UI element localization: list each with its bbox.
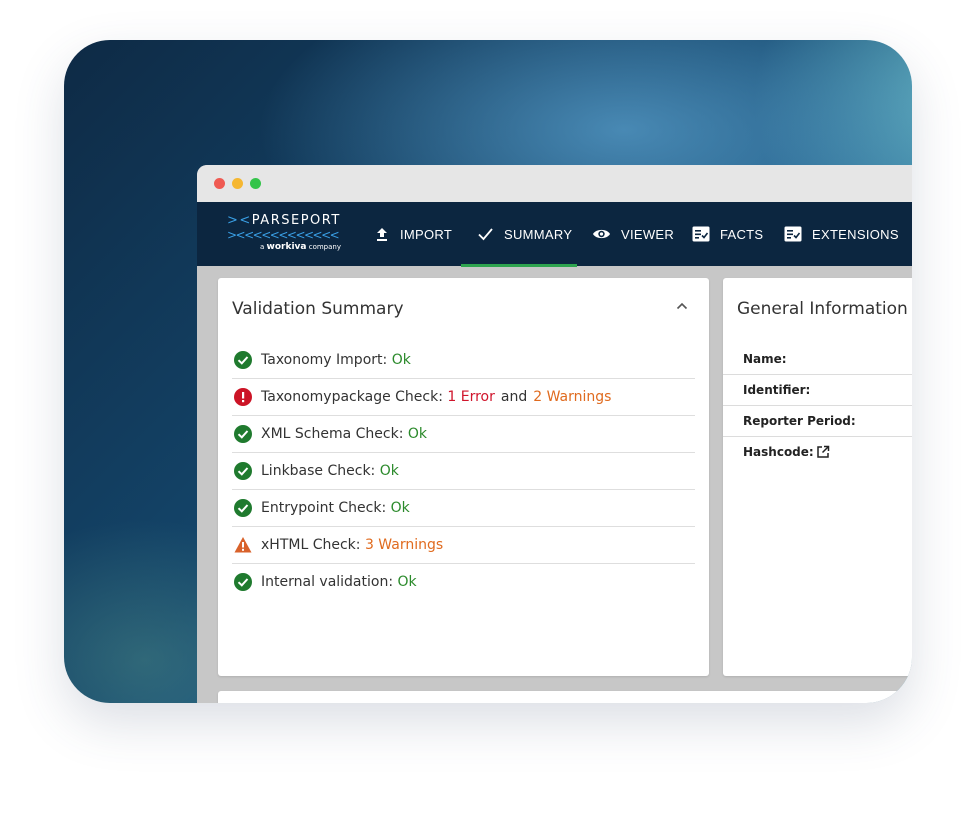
check-status: Ok (391, 352, 411, 368)
logo-arrows-icon: >< (227, 213, 252, 228)
app-window: ><PARSEPORT ><<<<<<<<<<<< a workiva comp… (197, 165, 912, 703)
close-window-button[interactable] (214, 178, 225, 189)
check-label: Taxonomypackage Check: (261, 389, 443, 405)
nav-summary-label: SUMMARY (504, 226, 573, 242)
info-hashcode: Hashcode: (723, 437, 912, 467)
general-info-list: Name: Identifier: Reporter Period: Hashc… (723, 344, 912, 467)
info-label: Reporter Period: (743, 414, 856, 428)
check-circle-icon (234, 573, 252, 591)
check-and: and (500, 389, 528, 405)
check-label: Internal validation: (261, 574, 394, 590)
info-name: Name: (723, 344, 912, 375)
check-status: Ok (397, 574, 417, 590)
check-taxonomy-import: Taxonomy Import: Ok (232, 342, 695, 379)
warning-triangle-icon (234, 537, 252, 553)
nav-summary[interactable]: SUMMARY (477, 202, 572, 266)
upload-icon (377, 228, 387, 241)
check-xhtml: xHTML Check: 3 Warnings (232, 527, 695, 564)
check-error-count[interactable]: 1 Error (447, 389, 494, 405)
logo-tagline-company: workiva (266, 242, 307, 252)
info-identifier: Identifier: (723, 375, 912, 406)
external-link-icon[interactable] (816, 445, 830, 459)
check-status: Ok (379, 463, 399, 479)
checklist-icon (692, 226, 710, 242)
general-information-card: General Information Name: Identifier: Re… (723, 278, 912, 676)
logo-tagline-suffix: company (308, 243, 341, 251)
nav-import[interactable]: IMPORT (374, 202, 452, 266)
check-circle-icon (234, 499, 252, 517)
check-internal-validation: Internal validation: Ok (232, 564, 695, 600)
check-circle-icon (234, 425, 252, 443)
check-circle-icon (234, 462, 252, 480)
info-reporter-period: Reporter Period: (723, 406, 912, 437)
check-label: Taxonomy Import: (261, 352, 388, 368)
logo-brand: PARSEPORT (251, 213, 341, 228)
minimize-window-button[interactable] (232, 178, 243, 189)
validation-summary-card: Validation Summary Taxonomy Import: Ok T… (218, 278, 709, 676)
check-warning-count[interactable]: 2 Warnings (533, 389, 611, 405)
checklist-icon (784, 226, 802, 242)
nav-facts-label: FACTS (720, 226, 764, 242)
check-xml-schema: XML Schema Check: Ok (232, 416, 695, 453)
check-label: Linkbase Check: (261, 463, 376, 479)
info-label: Identifier: (743, 383, 811, 397)
check-label: xHTML Check: (261, 537, 361, 553)
logo-tagline-prefix: a (260, 243, 265, 251)
check-status: Ok (407, 426, 428, 442)
chevron-up-icon[interactable] (676, 302, 688, 310)
nav-extensions-label: EXTENSIONS (812, 226, 899, 242)
top-navbar: ><PARSEPORT ><<<<<<<<<<<< a workiva comp… (197, 202, 912, 267)
logo-chevrons-icon: ><<<<<<<<<<<< (227, 228, 340, 242)
validation-summary-title: Validation Summary (232, 299, 404, 319)
nav-import-label: IMPORT (400, 226, 453, 242)
check-status: Ok (390, 500, 410, 516)
nav-viewer-label: VIEWER (621, 226, 675, 242)
check-taxonomypackage: Taxonomypackage Check: 1 Error and 2 Warni… (232, 379, 695, 416)
eye-icon (593, 229, 610, 239)
error-circle-icon (234, 388, 252, 406)
maximize-window-button[interactable] (250, 178, 261, 189)
bottom-card (218, 691, 912, 703)
window-titlebar (197, 165, 912, 202)
parseport-logo[interactable]: ><PARSEPORT ><<<<<<<<<<<< a workiva comp… (227, 213, 347, 257)
nav-facts[interactable]: FACTS (692, 202, 763, 266)
check-warning-count[interactable]: 3 Warnings (365, 537, 443, 553)
check-circle-icon (234, 351, 252, 369)
active-tab-indicator (461, 264, 577, 267)
nav-extensions[interactable]: EXTENSIONS (784, 202, 899, 266)
check-label: XML Schema Check: (261, 426, 404, 442)
checkmark-icon (478, 228, 493, 241)
general-information-title: General Information (737, 299, 908, 319)
validation-check-list: Taxonomy Import: Ok Taxonomypackage Chec… (232, 342, 695, 600)
check-label: Entrypoint Check: (261, 500, 387, 516)
info-label: Hashcode: (743, 445, 814, 459)
check-linkbase: Linkbase Check: Ok (232, 453, 695, 490)
check-entrypoint: Entrypoint Check: Ok (232, 490, 695, 527)
info-label: Name: (743, 352, 787, 366)
nav-viewer[interactable]: VIEWER (592, 202, 674, 266)
